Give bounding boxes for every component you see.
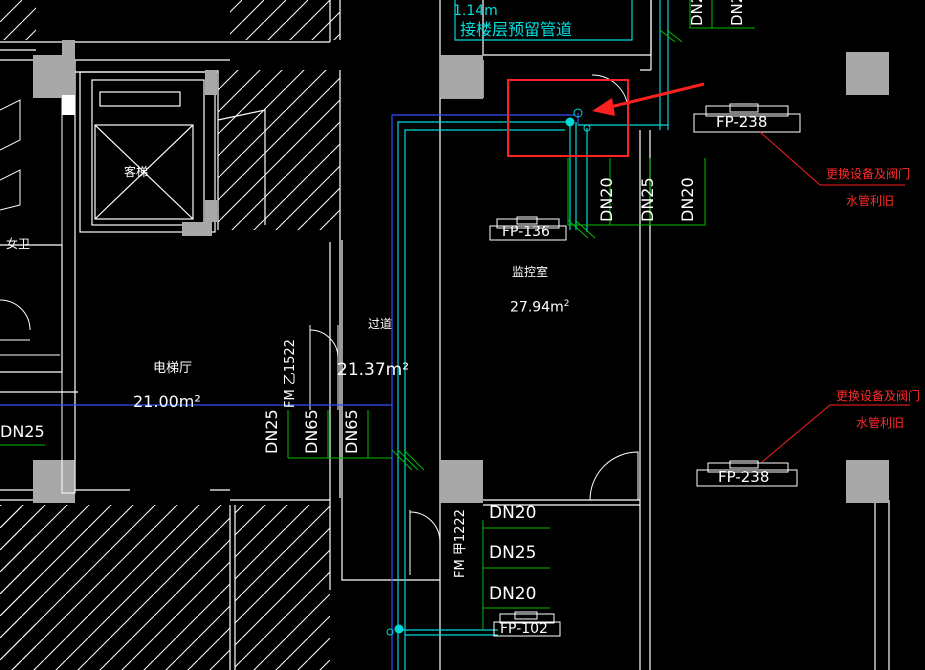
dn-mid-3: DN20 [678,177,697,222]
note-pipe-1: 水管利旧 [846,194,895,208]
fp136-label: FP-136 [502,224,550,240]
dn-left-1: DN25 [262,409,281,454]
monitor-area-value: 27.94m [510,299,564,316]
corridor-label: 过道 [368,317,393,331]
structural-columns [33,40,889,503]
dn-left-3: DN65 [342,409,361,454]
door-fm-yi-label: FM 乙1522 [283,339,298,408]
monitor-area-sup: 2 [563,299,570,309]
corridor-area: 21.37m² [337,360,410,380]
note-pipe-2: 水管利旧 [856,416,905,430]
elevator-hall-label: 电梯厅 [153,361,193,376]
dn-top-1: DN20 [688,0,706,26]
fp102-label: FP-102 [500,621,548,637]
elevator-hall-area: 21.00m² [133,392,201,411]
hatched-wall-top-left [230,0,340,40]
elevator-label: 客梯 [124,165,149,179]
hatched-wall-left-edge [0,505,36,670]
dn-left-2: DN65 [302,409,321,454]
dn-low-3: DN20 [489,584,537,604]
monitor-room-label: 监控室 [512,265,549,279]
dn-low-2: DN25 [489,543,537,563]
note-replace-1: 更换设备及阀门 [826,167,911,181]
womens-wc-label: 女卫 [6,237,31,251]
dn-top-2: DN20 [728,0,746,26]
hatched-shaft [218,70,340,230]
column-inner-outlines [61,97,76,494]
red-arrow [592,82,705,116]
top-note-label: 接楼层预留管道 [460,20,573,39]
fp238-b-label: FP-238 [718,468,770,486]
dn-left-edge: DN25 [0,422,45,441]
top-area-label: 1.14m [453,3,498,19]
hatched-wall-bottom [235,505,330,670]
fp238-a-label: FP-238 [716,113,768,131]
dn-low-1: DN20 [489,503,537,523]
dn-mid-2: DN25 [638,177,657,222]
dn-mid-1: DN20 [597,177,616,222]
cad-drawing-canvas[interactable]: 1.14m 接楼层预留管道 客梯 女卫 电梯厅 21.00m² 过道 21.37… [0,0,925,670]
note-replace-2: 更换设备及阀门 [836,389,921,403]
door-fm-jia-label: FM 甲1222 [453,509,468,578]
monitor-room-area: 27.94m2 [510,300,569,315]
red-leader-lines [759,131,910,463]
hatched-wall-left-top [0,0,36,40]
